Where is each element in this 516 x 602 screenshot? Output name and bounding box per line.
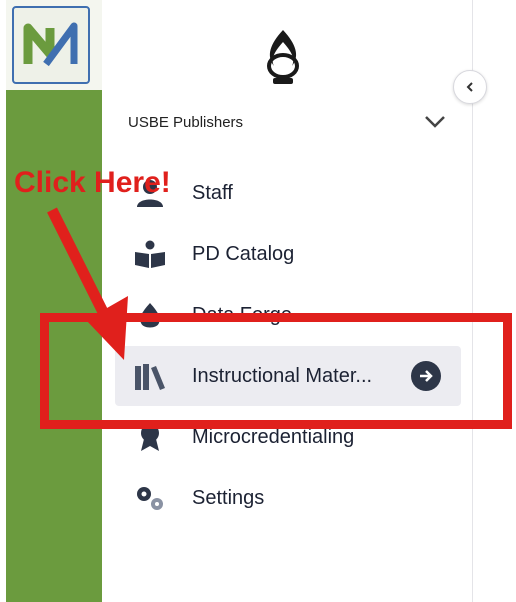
annotation-callout: Click Here! xyxy=(14,166,171,199)
annotation-arrow xyxy=(47,207,128,360)
